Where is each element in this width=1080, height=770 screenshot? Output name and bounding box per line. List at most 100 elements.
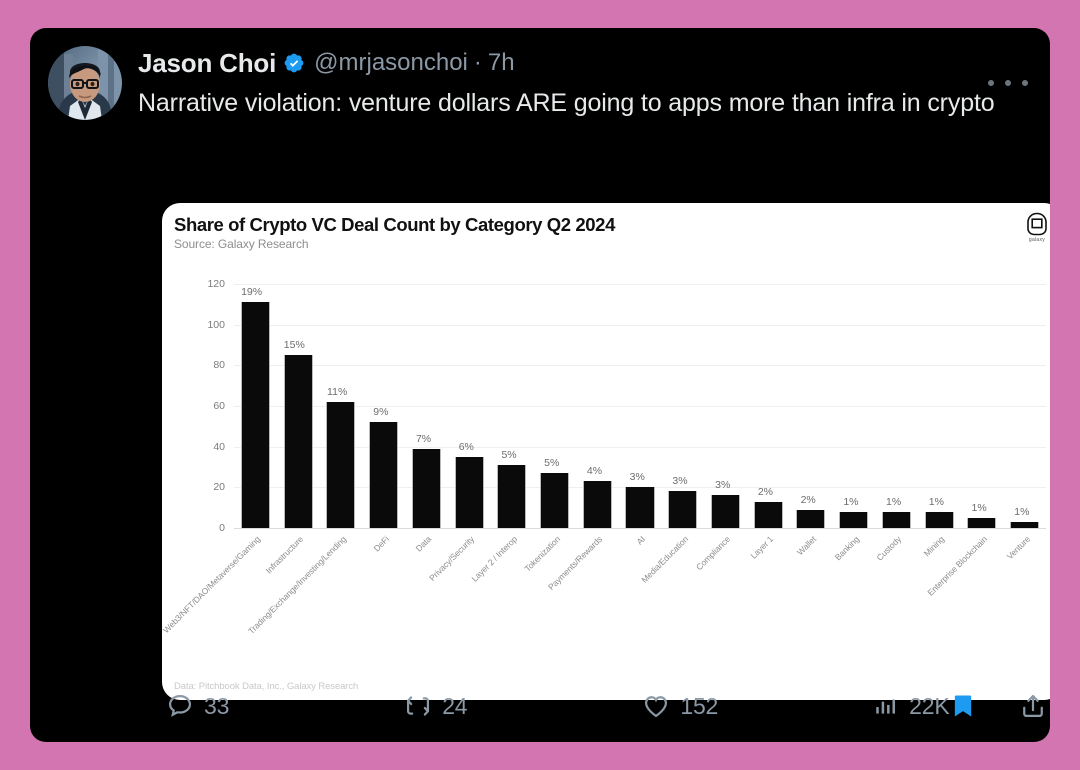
- gridline: 0: [234, 528, 1046, 529]
- bar-value-label: 15%: [284, 339, 305, 351]
- author-handle[interactable]: @mrjasonchoi: [314, 51, 468, 75]
- chart-bar[interactable]: [241, 302, 270, 528]
- bookmark-button[interactable]: [949, 692, 977, 720]
- chart-bar-slot: 2%Layer 1: [747, 284, 790, 528]
- y-axis-tick: 60: [213, 400, 225, 412]
- chart-bar-slot: 2%Wallet: [790, 284, 833, 528]
- x-axis-label: Venture: [1004, 534, 1031, 561]
- bookmark-filled-icon: [949, 692, 977, 720]
- bar-value-label: 7%: [416, 433, 431, 445]
- tweet-text: Narrative violation: venture dollars ARE…: [138, 85, 1000, 121]
- bar-value-label: 6%: [459, 441, 474, 453]
- chart-bar[interactable]: [326, 402, 355, 528]
- x-axis-label: Media/Education: [639, 534, 690, 585]
- chart-bar-slot: 11%Trading/Exchange/Investing/Lending: [319, 284, 362, 528]
- chart-bar[interactable]: [540, 473, 569, 528]
- chart-bar[interactable]: [583, 481, 612, 528]
- chart-bar-slot: 3%Media/Education: [661, 284, 704, 528]
- reply-icon: [166, 692, 194, 720]
- bar-value-label: 3%: [715, 479, 730, 491]
- galaxy-wordmark: galaxy: [1029, 237, 1045, 243]
- tweet-header: Jason Choi @mrjasonchoi · 7h Narrative v…: [30, 28, 1050, 121]
- bar-value-label: 5%: [544, 457, 559, 469]
- share-button[interactable]: [1019, 692, 1047, 720]
- chart-bar[interactable]: [967, 518, 996, 528]
- bar-value-label: 1%: [1014, 506, 1029, 518]
- chart-bar[interactable]: [369, 422, 398, 528]
- bar-value-label: 3%: [630, 471, 645, 483]
- tweet-card: Jason Choi @mrjasonchoi · 7h Narrative v…: [30, 28, 1050, 742]
- heart-icon: [642, 692, 670, 720]
- chart-card[interactable]: Share of Crypto VC Deal Count by Categor…: [162, 203, 1050, 700]
- reply-count: 33: [204, 693, 229, 720]
- y-axis-tick: 80: [213, 359, 225, 371]
- x-axis-label: Mining: [922, 534, 946, 558]
- retweet-count: 24: [442, 693, 467, 720]
- chart-plot-area: 020406080100120 19%Web3/NFT/DAO/Metavers…: [234, 284, 1046, 528]
- chart-bar-slot: 7%Data: [405, 284, 448, 528]
- chart-subtitle: Source: Galaxy Research: [174, 237, 308, 251]
- chart-bar[interactable]: [455, 457, 484, 528]
- bar-value-label: 3%: [672, 475, 687, 487]
- chart-bars: 19%Web3/NFT/DAO/Metaverse/Gaming15%Infra…: [234, 284, 1046, 528]
- bar-value-label: 5%: [501, 449, 516, 461]
- chart-bar[interactable]: [412, 449, 441, 528]
- chart-bar-slot: 9%DeFi: [362, 284, 405, 528]
- chart-bar-slot: 1%Custody: [875, 284, 918, 528]
- x-axis-label: AI: [634, 534, 647, 547]
- views-button[interactable]: 22K: [873, 693, 949, 720]
- x-axis-label: Data: [414, 534, 433, 553]
- bar-value-label: 4%: [587, 465, 602, 477]
- chart-bar[interactable]: [882, 512, 911, 528]
- author-row: Jason Choi @mrjasonchoi · 7h: [138, 50, 1050, 76]
- x-axis-label: Layer 2 / Interop: [469, 534, 519, 584]
- chart-bar-slot: 19%Web3/NFT/DAO/Metaverse/Gaming: [234, 284, 277, 528]
- bar-value-label: 2%: [801, 494, 816, 506]
- chart-bar[interactable]: [754, 502, 783, 528]
- retweet-button[interactable]: 24: [404, 692, 467, 720]
- y-axis-tick: 0: [219, 522, 225, 534]
- chart-bar-slot: 1%Banking: [832, 284, 875, 528]
- chart-bar[interactable]: [1010, 522, 1039, 528]
- chart-bar[interactable]: [284, 355, 313, 528]
- like-count: 152: [680, 693, 718, 720]
- bar-value-label: 9%: [373, 406, 388, 418]
- tweet-timestamp[interactable]: 7h: [488, 51, 515, 75]
- chart-bar[interactable]: [668, 491, 697, 528]
- author-name[interactable]: Jason Choi: [138, 50, 276, 76]
- more-options-icon[interactable]: [988, 72, 1028, 94]
- chart-bar[interactable]: [796, 510, 825, 528]
- chart-bar[interactable]: [497, 465, 526, 528]
- bar-value-label: 1%: [843, 496, 858, 508]
- bar-value-label: 1%: [886, 496, 901, 508]
- x-axis-label: Wallet: [795, 534, 818, 557]
- chart-bar-slot: 15%Infrastructure: [277, 284, 320, 528]
- chart-bar[interactable]: [625, 487, 654, 528]
- x-axis-label: Web3/NFT/DAO/Metaverse/Gaming: [162, 534, 262, 635]
- x-axis-label: DeFi: [371, 534, 390, 553]
- chart-bar-slot: 1%Venture: [1003, 284, 1046, 528]
- x-axis-label: Banking: [832, 534, 860, 562]
- chart-bar[interactable]: [925, 512, 954, 528]
- x-axis-label: Compliance: [694, 534, 732, 572]
- chart-bar[interactable]: [711, 495, 740, 528]
- like-button[interactable]: 152: [642, 692, 718, 720]
- chart-bar-slot: 5%Layer 2 / Interop: [490, 284, 533, 528]
- share-icon: [1019, 692, 1047, 720]
- views-count: 22K: [909, 693, 949, 720]
- x-axis-label: Trading/Exchange/Investing/Lending: [246, 534, 348, 636]
- tweet-actions: 33 24 152: [30, 678, 1050, 734]
- separator: ·: [474, 51, 482, 75]
- chart-bar-slot: 1%Mining: [918, 284, 961, 528]
- tweet-header-content: Jason Choi @mrjasonchoi · 7h Narrative v…: [138, 46, 1050, 121]
- bar-value-label: 11%: [327, 386, 347, 398]
- chart-bar-slot: 1%Enterprise Blockchain: [960, 284, 1003, 528]
- avatar[interactable]: [48, 46, 122, 120]
- x-axis-label: Custody: [875, 534, 904, 563]
- chart-bar[interactable]: [839, 512, 868, 528]
- bar-value-label: 1%: [929, 496, 944, 508]
- bar-value-label: 2%: [758, 486, 773, 498]
- y-axis-tick: 20: [213, 481, 225, 493]
- analytics-icon: [873, 693, 899, 719]
- reply-button[interactable]: 33: [166, 692, 229, 720]
